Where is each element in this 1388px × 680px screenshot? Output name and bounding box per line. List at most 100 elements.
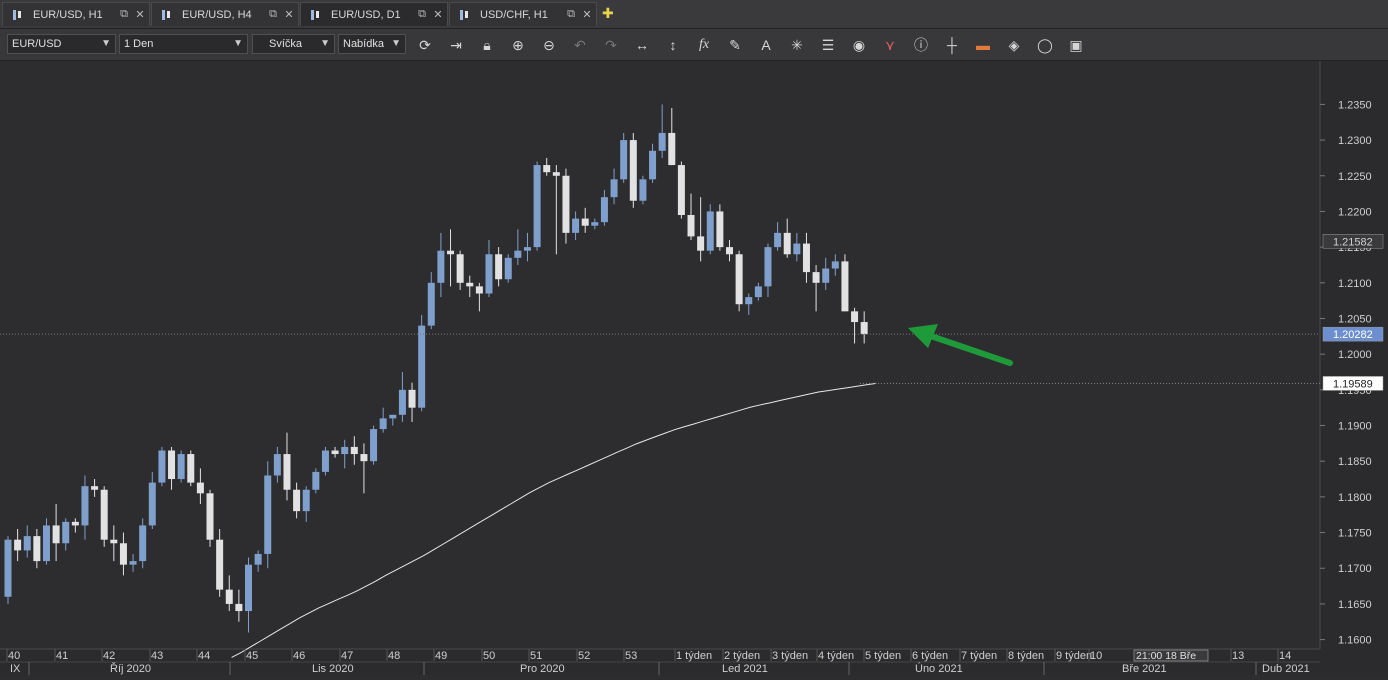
candle-body (100, 489, 108, 540)
layers-icon[interactable]: ☰ (817, 34, 839, 56)
tab-label: EUR/USD, H4 (182, 8, 252, 21)
week-label: 49 (435, 650, 447, 662)
symbol-select[interactable]: EUR/USD ▼ (7, 34, 116, 54)
month-label: Lis 2020 (312, 663, 354, 675)
candle-body (4, 539, 12, 597)
week-label: 2 týden (724, 650, 760, 662)
crosshair-star-icon[interactable]: ✳ (786, 34, 808, 56)
candle-body (91, 486, 99, 490)
tab-eurusd-d1[interactable]: EUR/USD, D1 ⧉ ✕ (300, 2, 448, 26)
candlestick-icon (311, 9, 323, 21)
candle-body (591, 222, 599, 226)
candle-body (321, 450, 329, 472)
price-marker-label: 1.19589 (1333, 378, 1373, 390)
chart-toolbar: EUR/USD ▼ 1 Den ▼ Svíčka ▼ Nabídka ▼ ⟳ ⇥ 🔒︎ … (0, 29, 1388, 61)
candle-body (187, 454, 195, 483)
candle-body (33, 536, 41, 562)
candle (620, 132, 628, 183)
save-icon[interactable]: ▣ (1065, 34, 1087, 56)
popout-icon[interactable]: ⧉ (266, 8, 280, 21)
redo-icon[interactable]: ↷ (600, 34, 622, 56)
text-tool-icon[interactable]: A (755, 34, 777, 56)
alerts-icon[interactable]: ⋎ (879, 34, 901, 56)
price-tick-label: 1.2200 (1338, 206, 1372, 218)
eye-icon[interactable]: ◉ (848, 34, 870, 56)
add-chart-icon[interactable]: ✚ (602, 5, 618, 21)
zoom-out-icon[interactable]: ⊖ (538, 34, 560, 56)
candle (370, 425, 378, 465)
candle-body (23, 536, 31, 551)
popout-icon[interactable]: ⧉ (117, 8, 131, 21)
fx-indicator-icon[interactable]: fx (693, 34, 715, 56)
candle (100, 486, 108, 547)
week-label: 47 (341, 650, 353, 662)
close-icon[interactable]: ✕ (282, 8, 296, 21)
candle-body (572, 218, 580, 233)
price-side-select[interactable]: Nabídka ▼ (338, 34, 406, 54)
candle (562, 168, 570, 244)
week-label: 48 (388, 650, 400, 662)
week-label: 3 týden (772, 650, 808, 662)
candle-body (466, 282, 474, 287)
close-icon[interactable]: ✕ (133, 8, 147, 21)
candle-body (273, 454, 281, 476)
refresh-icon[interactable]: ⟳ (414, 34, 436, 56)
candle-body (774, 232, 782, 248)
candle-body (754, 286, 762, 298)
autoscroll-icon[interactable]: ⇥ (445, 34, 467, 56)
candle-body (129, 561, 137, 565)
week-label: 43 (151, 650, 163, 662)
ruler-icon[interactable]: ▬ (972, 34, 994, 56)
timeframe-select[interactable]: 1 Den ▼ (119, 34, 248, 54)
vertical-resize-icon[interactable]: ↕ (662, 34, 684, 56)
candle-body (822, 268, 830, 283)
close-icon[interactable]: ✕ (431, 8, 445, 21)
price-tick-label: 1.1600 (1338, 635, 1372, 647)
tab-eurusd-h4[interactable]: EUR/USD, H4 ⧉ ✕ (151, 2, 299, 26)
circle-icon[interactable]: ◯ (1034, 34, 1056, 56)
chart-type-select[interactable]: Svíčka ▼ (252, 34, 335, 54)
candle-body (62, 521, 70, 544)
horizontal-resize-icon[interactable]: ↔ (631, 34, 653, 56)
price-marker-high: 1.21582 (1322, 234, 1384, 249)
week-label: 53 (625, 650, 637, 662)
week-label: 6 týden (912, 650, 948, 662)
popout-icon[interactable]: ⧉ (415, 8, 429, 21)
paint-bucket-icon[interactable]: ◈ (1003, 34, 1025, 56)
lock-icon[interactable]: 🔒︎ (476, 34, 498, 56)
week-label: 4 týden (818, 650, 854, 662)
tab-eurusd-h1[interactable]: EUR/USD, H1 ⧉ ✕ (2, 2, 150, 26)
price-chart[interactable]: 1.23501.23001.22501.22001.21501.21001.20… (0, 61, 1388, 675)
timeframe-value: 1 Den (124, 38, 154, 50)
candle-body (331, 450, 339, 455)
candle-body (783, 232, 791, 255)
price-tick-label: 1.2100 (1338, 278, 1372, 290)
candle-body (168, 450, 176, 480)
week-label: 45 (246, 650, 258, 662)
info-icon[interactable]: ⓘ (910, 34, 932, 56)
chart-canvas[interactable]: 1.23501.23001.22501.22001.21501.21001.20… (0, 61, 1388, 675)
candle-body (447, 250, 455, 255)
candle-body (110, 539, 118, 544)
zoom-in-icon[interactable]: ⊕ (507, 34, 529, 56)
tab-label: USD/CHF, H1 (480, 8, 548, 21)
candle (158, 446, 166, 487)
candle (177, 450, 185, 483)
candle (4, 536, 12, 604)
undo-icon[interactable]: ↶ (569, 34, 591, 56)
candle-body (81, 486, 89, 526)
candle (629, 132, 637, 208)
candle-body (408, 389, 416, 408)
crosshair-icon[interactable]: ┼ (941, 34, 963, 56)
popout-icon[interactable]: ⧉ (564, 8, 578, 21)
candle-body (350, 446, 358, 455)
candle-body (812, 272, 820, 283)
candlestick-icon (162, 9, 174, 21)
week-label: 44 (198, 650, 210, 662)
candle-body (658, 132, 666, 151)
candle (706, 204, 714, 255)
tab-usdchf-h1[interactable]: USD/CHF, H1 ⧉ ✕ (449, 2, 597, 26)
close-icon[interactable]: ✕ (580, 8, 594, 21)
candle-body (649, 150, 657, 180)
pencil-icon[interactable]: ✎ (724, 34, 746, 56)
